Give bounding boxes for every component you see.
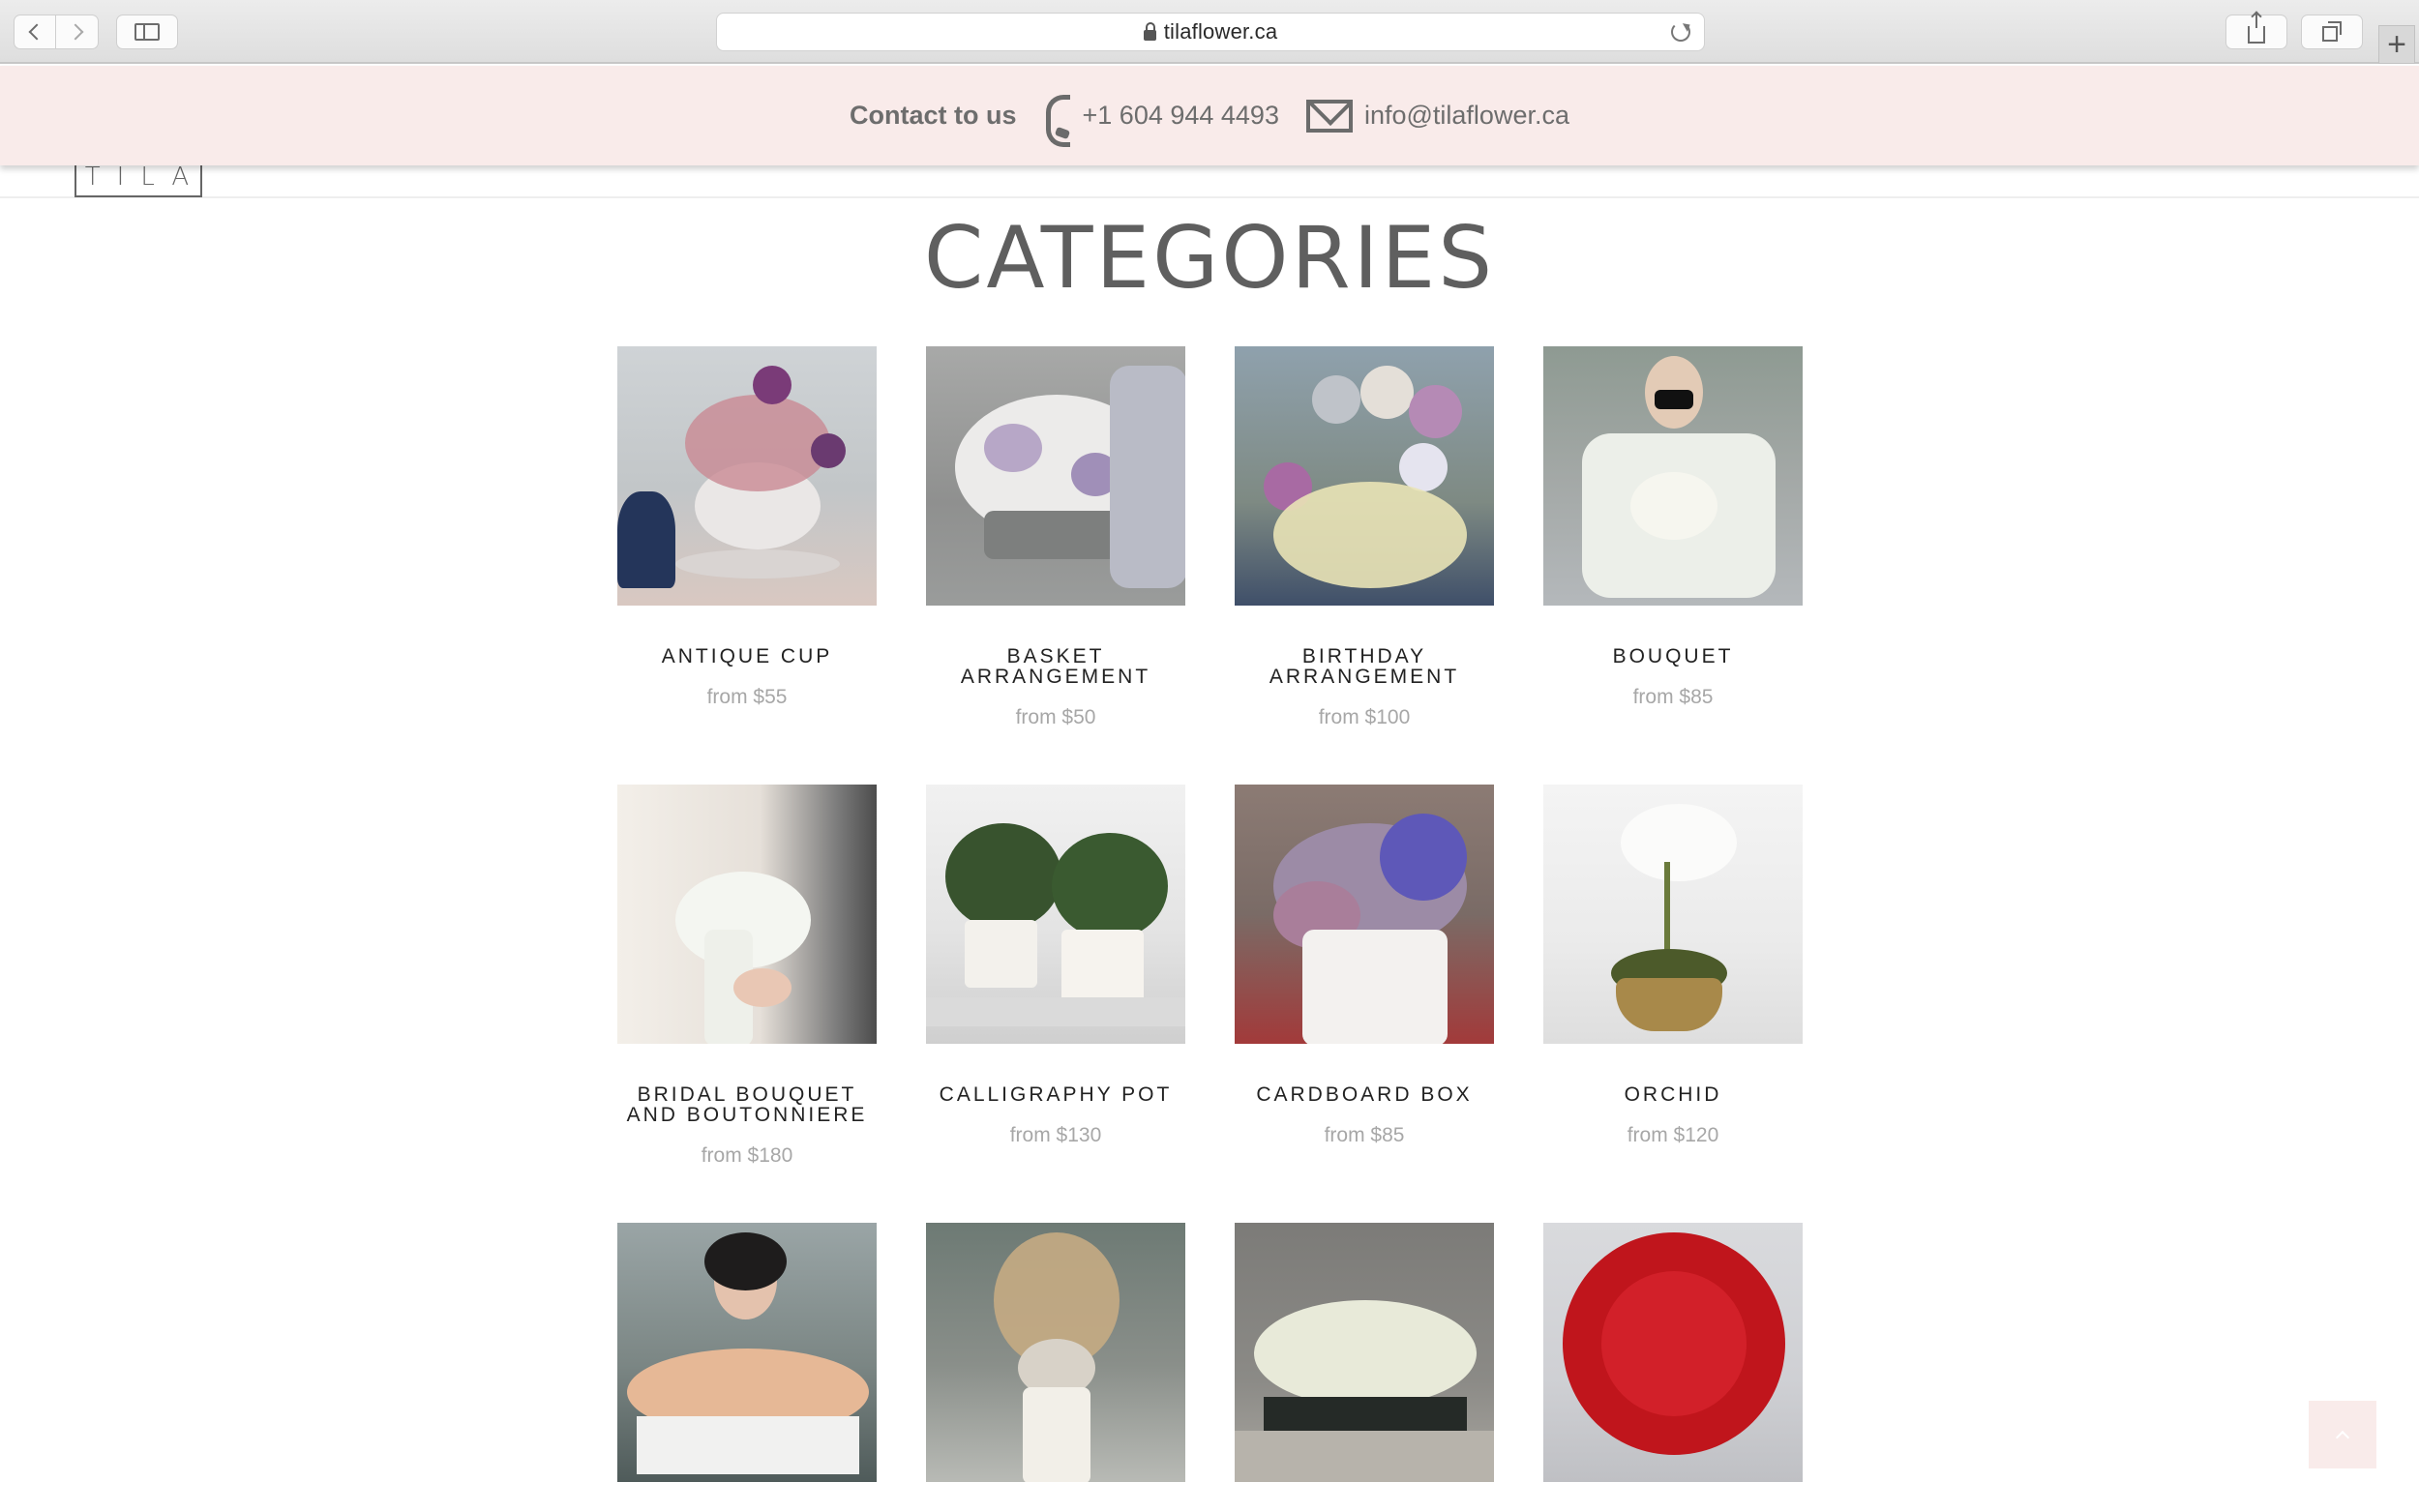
category-card[interactable]: ORCHID from $120 bbox=[1543, 785, 1803, 1147]
back-button[interactable] bbox=[14, 15, 56, 49]
chevron-up-icon bbox=[2335, 1430, 2350, 1444]
contact-bar: Contact to us +1 604 944 4493 info@tilaf… bbox=[0, 66, 2419, 165]
header-divider bbox=[0, 196, 2419, 198]
category-image[interactable] bbox=[1235, 346, 1494, 606]
category-image[interactable] bbox=[1235, 785, 1494, 1044]
category-card[interactable] bbox=[1543, 1223, 1803, 1482]
category-card[interactable]: BASKET ARRANGEMENT from $50 bbox=[926, 346, 1185, 729]
category-image[interactable] bbox=[617, 346, 877, 606]
category-price: from $120 bbox=[1627, 1124, 1719, 1146]
category-image[interactable] bbox=[926, 346, 1185, 606]
category-name[interactable]: CARDBOARD BOX bbox=[1235, 1084, 1494, 1105]
phone-link[interactable]: +1 604 944 4493 bbox=[1083, 101, 1279, 131]
lock-icon bbox=[1143, 21, 1156, 41]
category-price: from $130 bbox=[1009, 1124, 1102, 1146]
category-name[interactable]: BOUQUET bbox=[1543, 646, 1803, 667]
category-price: from $180 bbox=[701, 1144, 793, 1167]
sidebar-icon bbox=[134, 23, 160, 41]
category-price: from $55 bbox=[706, 686, 788, 708]
category-price: from $100 bbox=[1318, 706, 1411, 728]
category-card[interactable]: BOUQUET from $85 bbox=[1543, 346, 1803, 709]
category-image[interactable] bbox=[1543, 785, 1803, 1044]
plus-icon: + bbox=[2387, 26, 2406, 63]
category-image[interactable] bbox=[617, 1223, 877, 1482]
category-card[interactable] bbox=[926, 1223, 1185, 1482]
reload-icon[interactable] bbox=[1671, 22, 1690, 42]
category-price: from $50 bbox=[1015, 706, 1096, 728]
back-to-top-button[interactable] bbox=[2309, 1401, 2376, 1468]
mail-icon bbox=[1305, 99, 1353, 133]
category-card[interactable]: BRIDAL BOUQUET AND BOUTONNIERE from $180 bbox=[617, 785, 877, 1168]
email-link[interactable]: info@tilaflower.ca bbox=[1364, 101, 1569, 131]
category-card[interactable]: CARDBOARD BOX from $85 bbox=[1235, 785, 1494, 1147]
category-price: from $85 bbox=[1324, 1124, 1405, 1146]
chevron-left-icon bbox=[28, 23, 45, 41]
share-icon bbox=[2248, 13, 2265, 44]
category-name[interactable]: BASKET ARRANGEMENT bbox=[926, 646, 1185, 687]
show-tabs-button[interactable] bbox=[2301, 15, 2363, 49]
contact-label: Contact to us bbox=[850, 101, 1017, 130]
address-bar[interactable]: tilaflower.ca bbox=[716, 13, 1705, 51]
browser-toolbar: tilaflower.ca + bbox=[0, 0, 2419, 64]
category-image[interactable] bbox=[1543, 346, 1803, 606]
category-image[interactable] bbox=[617, 785, 877, 1044]
category-name[interactable]: BIRTHDAY ARRANGEMENT bbox=[1235, 646, 1494, 687]
category-name[interactable]: ANTIQUE CUP bbox=[617, 646, 877, 667]
category-name[interactable]: ORCHID bbox=[1543, 1084, 1803, 1105]
category-price: from $85 bbox=[1632, 686, 1714, 708]
category-card[interactable]: CALLIGRAPHY POT from $130 bbox=[926, 785, 1185, 1147]
category-card[interactable]: BIRTHDAY ARRANGEMENT from $100 bbox=[1235, 346, 1494, 729]
logo-text: TILA bbox=[84, 163, 206, 192]
url-text: tilaflower.ca bbox=[1163, 19, 1278, 44]
new-tab-button[interactable]: + bbox=[2378, 25, 2415, 64]
category-card[interactable] bbox=[1235, 1223, 1494, 1482]
forward-button[interactable] bbox=[56, 15, 99, 49]
category-name[interactable]: BRIDAL BOUQUET AND BOUTONNIERE bbox=[617, 1084, 877, 1125]
phone-icon bbox=[1042, 92, 1071, 147]
page-title: CATEGORIES bbox=[923, 208, 1496, 308]
tabs-icon bbox=[2322, 21, 2342, 42]
category-image[interactable] bbox=[1235, 1223, 1494, 1482]
category-image[interactable] bbox=[926, 785, 1185, 1044]
category-image[interactable] bbox=[926, 1223, 1185, 1482]
category-card[interactable] bbox=[617, 1223, 877, 1482]
category-name[interactable]: CALLIGRAPHY POT bbox=[926, 1084, 1185, 1105]
category-card[interactable]: ANTIQUE CUP from $55 bbox=[617, 346, 877, 709]
sidebar-toggle-button[interactable] bbox=[116, 15, 178, 49]
category-image[interactable] bbox=[1543, 1223, 1803, 1482]
chevron-right-icon bbox=[67, 23, 83, 41]
share-button[interactable] bbox=[2225, 13, 2287, 49]
